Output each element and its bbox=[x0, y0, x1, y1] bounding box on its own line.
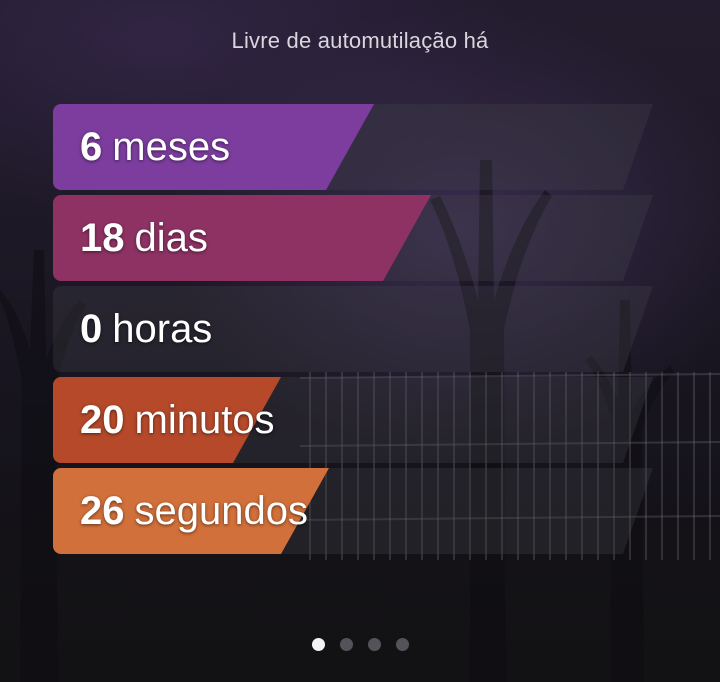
counter-seconds[interactable]: 26 segundos bbox=[53, 468, 653, 554]
counter-value: 20 bbox=[80, 397, 125, 442]
counter-unit: horas bbox=[112, 306, 213, 351]
counter-value: 26 bbox=[80, 488, 125, 533]
counter-value: 0 bbox=[80, 306, 103, 351]
page-indicator bbox=[0, 638, 720, 651]
counter-minutes[interactable]: 20 minutos bbox=[53, 377, 653, 463]
page-dot-4[interactable] bbox=[395, 638, 409, 651]
counter-value: 6 bbox=[80, 124, 103, 169]
page-dot-2[interactable] bbox=[339, 638, 353, 651]
page-title: Livre de automutilação há bbox=[231, 28, 489, 53]
counter-label: 6 meses bbox=[80, 104, 230, 190]
counter-label: 20 minutos bbox=[80, 377, 275, 463]
counter-unit: meses bbox=[112, 124, 231, 169]
counter-hours[interactable]: 0 horas bbox=[53, 286, 653, 372]
page-dot-1[interactable] bbox=[311, 638, 325, 651]
counter-unit: segundos bbox=[134, 488, 308, 533]
counter-unit: dias bbox=[134, 215, 208, 260]
counter-value: 18 bbox=[80, 215, 125, 260]
counter-months[interactable]: 6 meses bbox=[53, 104, 653, 190]
page-dot-3[interactable] bbox=[367, 638, 381, 651]
counter-label: 0 horas bbox=[80, 286, 212, 372]
counter-unit: minutos bbox=[134, 397, 275, 442]
counter-label: 18 dias bbox=[80, 195, 208, 281]
counter-label: 26 segundos bbox=[80, 468, 308, 554]
counter-days[interactable]: 18 dias bbox=[53, 195, 653, 281]
counter-list: 6 meses 18 dias 0 horas 20 minutos 26 se… bbox=[53, 104, 653, 559]
